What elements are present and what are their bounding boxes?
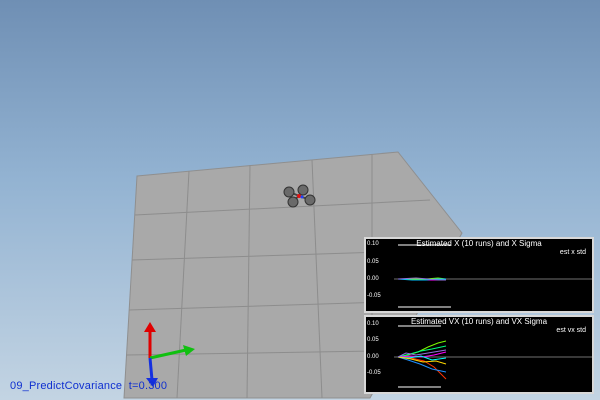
y-tick-label: 0.00 [367,276,379,282]
y-tick-label: -0.05 [367,370,381,376]
y-tick-label: 0.10 [367,321,379,327]
plot-estimated-vx[interactable]: Estimated VX (10 runs) and VX Sigma est … [364,315,594,394]
sim-time: t=0.300 [128,380,168,392]
y-tick-label: 0.10 [367,241,379,247]
plot-legend: est x std [559,249,586,256]
y-tick-label: 0.05 [367,337,379,343]
y-tick-label: -0.05 [367,293,381,299]
plot-legend: est vx std [556,327,586,334]
scenario-name: 09_PredictCovariance [10,380,123,392]
plot-title: Estimated X (10 runs) and X Sigma [416,239,542,248]
y-tick-label: 0.00 [367,354,379,360]
y-tick-label: 0.05 [367,259,379,265]
run-traces [397,277,447,281]
plot-estimated-x[interactable]: Estimated X (10 runs) and X Sigma est x … [364,237,594,313]
status-bar: 09_PredictCovariance t=0.300 [10,380,167,392]
run-traces [397,340,447,380]
